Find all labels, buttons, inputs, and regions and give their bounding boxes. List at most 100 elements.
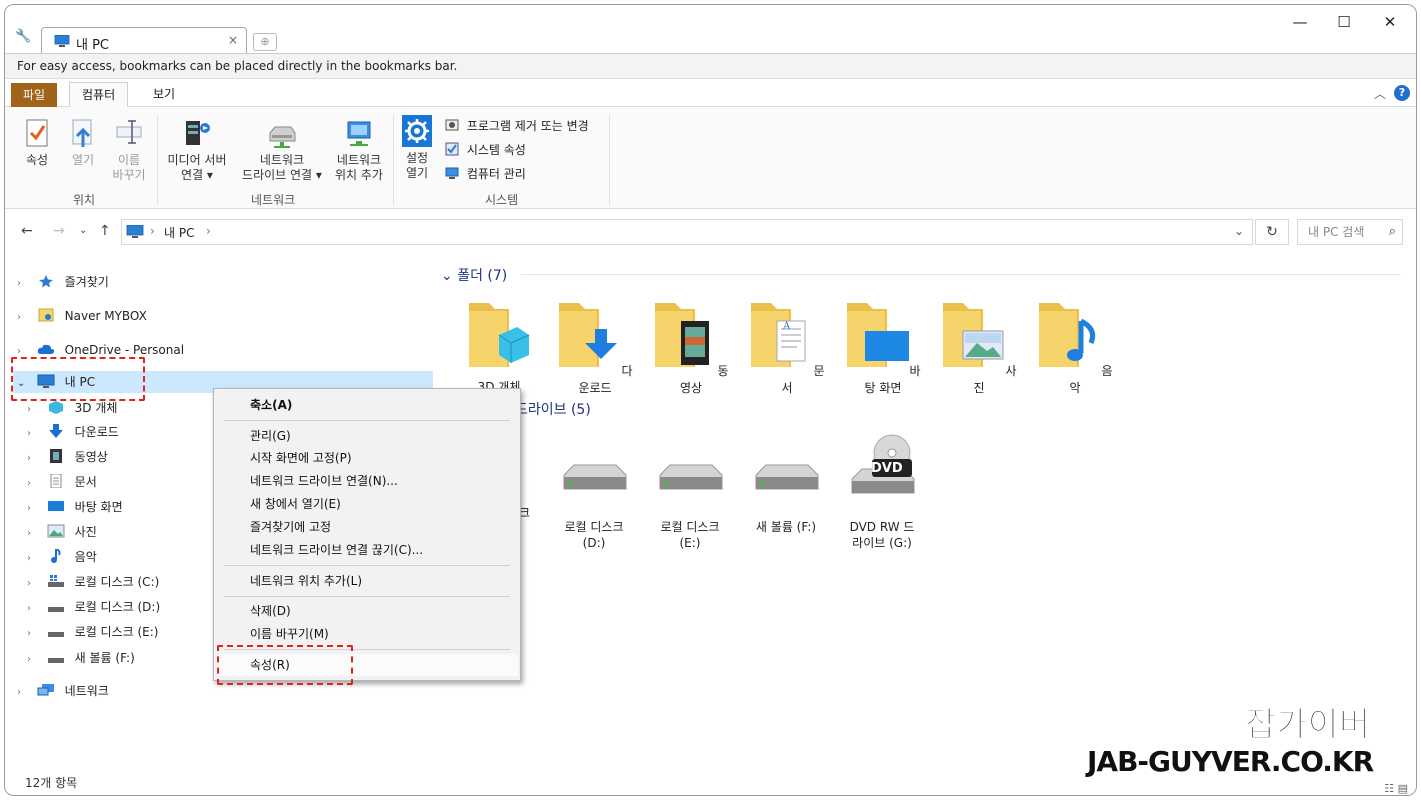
nav-item-disk-e[interactable]: › 로컬 디스크 (E:) [27, 621, 158, 643]
menu-item-pin-start[interactable]: 시작 화면에 고정(P) [250, 447, 352, 469]
drive-d[interactable]: 로컬 디스크 (D:) [551, 459, 637, 551]
tab-close-icon[interactable]: × [228, 33, 238, 47]
folder-item[interactable]: 음악 [1035, 299, 1115, 396]
tab-this-pc[interactable]: 내 PC × [41, 27, 247, 53]
add-network-location-button[interactable]: 네트워크 위치 추가 [329, 117, 389, 183]
computer-icon [54, 35, 70, 47]
chevron-right-icon[interactable]: › [17, 307, 33, 329]
watermark-korean: 잡가이버 [1244, 705, 1371, 746]
explorer-window: 🔧 내 PC × ⊕ — ☐ ✕ For easy access, bookma… [4, 4, 1417, 796]
menu-item-disconnect-drive[interactable]: 네트워크 드라이브 연결 끊기(C)... [250, 539, 423, 561]
recent-chevron-icon[interactable]: ⌄ [79, 225, 87, 236]
tab-view[interactable]: 보기 [141, 82, 187, 107]
drive-icon [47, 632, 64, 637]
nav-item-pictures[interactable]: › 사진 [27, 521, 97, 543]
watermark-url: JAB-GUYVER.CO.KR [1087, 745, 1374, 778]
menu-item-delete[interactable]: 삭제(D) [250, 600, 291, 622]
menu-item-manage[interactable]: 관리(G) [250, 425, 291, 447]
chevron-right-icon[interactable]: › [27, 523, 43, 545]
up-arrow-icon[interactable]: ↑ [99, 223, 111, 239]
drive-icon [47, 607, 64, 612]
nav-item-videos[interactable]: › 동영상 [27, 446, 108, 468]
folder-item[interactable]: 사진 [939, 299, 1019, 396]
breadcrumb-this-pc[interactable]: 내 PC [164, 224, 194, 241]
chevron-right-icon[interactable]: › [27, 573, 43, 595]
close-button[interactable]: ✕ [1375, 13, 1405, 31]
folder-item[interactable]: 동영상 [651, 299, 731, 396]
nav-item-music[interactable]: › 음악 [27, 546, 97, 568]
bookmark-bar: For easy access, bookmarks can be placed… [5, 53, 1416, 79]
system-properties-button[interactable]: 시스템 속성 [445, 141, 526, 159]
system-properties-icon [445, 142, 459, 156]
menu-item-new-window[interactable]: 새 창에서 열기(E) [250, 493, 341, 515]
chevron-right-icon[interactable]: › [27, 399, 43, 421]
properties-button[interactable]: 속성 [19, 117, 55, 168]
chevron-right-icon[interactable]: › [27, 423, 43, 445]
nav-item-disk-d[interactable]: › 로컬 디스크 (D:) [27, 596, 160, 618]
minimize-button[interactable]: — [1285, 13, 1315, 31]
menu-item-pin-quick-access[interactable]: 즐겨찾기에 고정 [250, 516, 331, 538]
view-toggle-icons[interactable]: ☷ ▤ [1384, 777, 1408, 795]
menu-separator [224, 596, 510, 597]
computer-icon [126, 225, 144, 238]
folders-section-header[interactable]: ⌄ 폴더 (7) [441, 265, 507, 285]
nav-item-documents[interactable]: › 문서 [27, 471, 97, 493]
menu-item-collapse[interactable]: 축소(A) [250, 394, 292, 416]
wrench-icon[interactable]: 🔧 [15, 29, 31, 45]
chevron-down-icon[interactable]: ⌄ [441, 268, 453, 284]
folder-item[interactable]: A 문서 [747, 299, 827, 396]
breadcrumb-separator-icon[interactable]: › [150, 224, 155, 238]
chevron-right-icon[interactable]: › [27, 498, 43, 520]
ribbon-collapse-icon[interactable]: ︿ [1374, 85, 1386, 102]
chevron-right-icon[interactable]: › [27, 548, 43, 570]
tab-file[interactable]: 파일 [11, 83, 58, 107]
chevron-right-icon[interactable]: › [27, 473, 43, 495]
open-button[interactable]: 열기 [65, 117, 101, 168]
computer-management-icon [445, 167, 459, 179]
network-drive-icon [269, 126, 296, 148]
address-bar[interactable]: › 내 PC › ⌄ [121, 219, 1253, 245]
chevron-right-icon[interactable]: › [27, 598, 43, 620]
chevron-right-icon[interactable]: › [27, 649, 43, 671]
menu-item-map-drive[interactable]: 네트워크 드라이브 연결(N)... [250, 470, 398, 492]
refresh-button[interactable]: ↻ [1255, 219, 1289, 245]
drives-section-header[interactable]: 드라이브 (5) [515, 399, 591, 419]
chevron-right-icon[interactable]: › [17, 273, 33, 295]
rename-button[interactable]: 이름 바꾸기 [107, 117, 151, 183]
map-network-drive-button[interactable]: 네트워크 드라이브 연결 ▾ [235, 117, 329, 183]
folder-icon: A [751, 303, 806, 367]
open-settings-button[interactable]: 설정 열기 [397, 115, 437, 181]
maximize-button[interactable]: ☐ [1329, 13, 1359, 31]
forward-arrow-icon[interactable]: → [53, 223, 65, 239]
drive-f[interactable]: 새 볼륨 (F:) [743, 459, 829, 535]
folder-item[interactable]: 다운로드 [555, 299, 635, 396]
search-input[interactable]: 내 PC 검색 ⌕ [1297, 219, 1403, 245]
nav-item-volume-f[interactable]: › 새 볼륨 (F:) [27, 647, 135, 669]
drive-e[interactable]: 로컬 디스크 (E:) [647, 459, 733, 551]
address-dropdown-icon[interactable]: ⌄ [1234, 224, 1244, 238]
help-icon[interactable]: ? [1394, 85, 1410, 101]
nav-item-downloads[interactable]: › 다운로드 [27, 421, 119, 443]
back-arrow-icon[interactable]: ← [21, 223, 33, 239]
nav-item-mybox[interactable]: › Naver MYBOX [17, 305, 147, 327]
chevron-right-icon[interactable]: › [17, 682, 33, 704]
nav-item-disk-c[interactable]: › 로컬 디스크 (C:) [27, 571, 159, 593]
breadcrumb-separator-icon[interactable]: › [206, 224, 211, 238]
chevron-right-icon[interactable]: › [27, 448, 43, 470]
new-tab-button[interactable]: ⊕ [253, 33, 277, 51]
network-location-icon [347, 121, 371, 146]
menu-item-add-network-location[interactable]: 네트워크 위치 추가(L) [250, 570, 362, 592]
chevron-right-icon[interactable]: › [27, 623, 43, 645]
drive-g-dvd[interactable]: DVD DVD RW 드 라이브 (G:) [839, 433, 925, 551]
menu-item-rename[interactable]: 이름 바꾸기(M) [250, 623, 329, 645]
uninstall-program-button[interactable]: 프로그램 제거 또는 변경 [445, 117, 589, 135]
computer-management-button[interactable]: 컴퓨터 관리 [445, 165, 526, 183]
folder-item[interactable]: 3D 개체 [459, 299, 539, 395]
tab-computer[interactable]: 컴퓨터 [69, 82, 129, 107]
nav-item-favorites[interactable]: › 즐겨찾기 [17, 271, 109, 293]
folder-item[interactable]: 바탕 화면 [843, 299, 923, 396]
nav-item-desktop[interactable]: › 바탕 화면 [27, 496, 123, 518]
media-server-button[interactable]: 미디어 서버 연결 ▾ [161, 117, 233, 183]
nav-item-network[interactable]: › 네트워크 [17, 680, 109, 702]
open-icon [72, 119, 92, 147]
